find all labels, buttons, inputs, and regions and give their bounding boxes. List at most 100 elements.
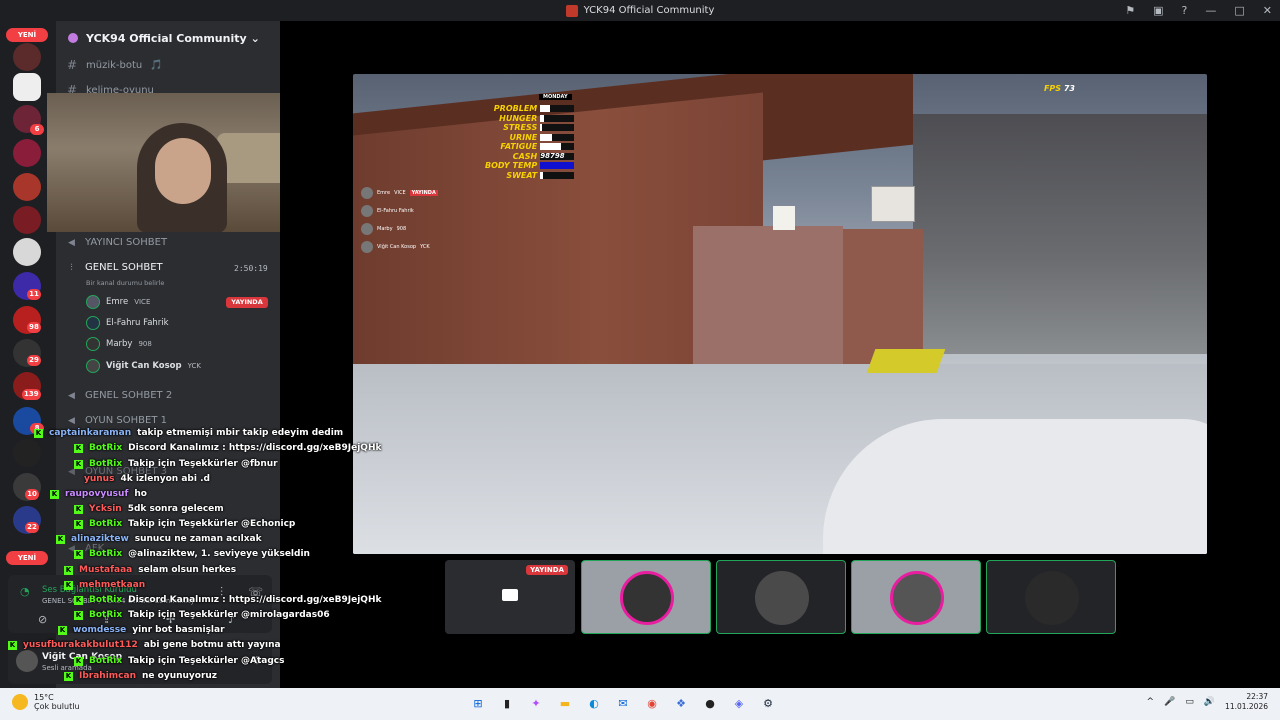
chat-message: K BotRix Discord Kanalımız : https://disco… — [74, 595, 382, 605]
hud-stat: STRESS — [485, 123, 575, 133]
hud-day: MONDAY — [539, 94, 572, 100]
chat-message: K BotRix Discord Kanalımız : https://disco… — [74, 443, 382, 453]
hud-stat: SWEAT — [485, 171, 575, 181]
folder-icon[interactable]: ▬ — [555, 694, 575, 714]
participant-tile[interactable] — [986, 560, 1116, 634]
kick-badge-icon: K — [8, 640, 17, 650]
screen-icon[interactable]: ▣ — [1153, 4, 1163, 17]
server-icon[interactable] — [13, 173, 41, 201]
channel-label: müzik-botu — [86, 59, 143, 71]
channel-oyun-sohbet-1[interactable]: ◀ OYUN SOHBET 1 — [66, 415, 167, 426]
close-button[interactable]: ✕ — [1263, 4, 1272, 17]
voice-member[interactable]: Marby 908 — [86, 337, 152, 351]
avatar — [1025, 571, 1079, 625]
game-stream-video[interactable]: PROBLEM HUNGER STRESS URINE FATIGUE CASH… — [353, 74, 1207, 554]
channel-status[interactable]: Bir kanal durumu belirle — [86, 279, 164, 287]
participant-tile[interactable] — [581, 560, 711, 634]
steam-icon[interactable]: ⚙ — [758, 694, 778, 714]
chrome-icon[interactable]: ◉ — [642, 694, 662, 714]
participant-tile-stream[interactable]: YAYINDA — [445, 560, 575, 634]
network-app-icon[interactable]: ❖ — [671, 694, 691, 714]
chevron-up-icon[interactable]: ^ — [1147, 697, 1155, 707]
chat-message: K BotRix Takip için Teşekkürler @Echonicp — [74, 519, 296, 529]
kick-badge-icon: K — [74, 443, 83, 453]
kick-badge-icon: K — [74, 504, 83, 514]
guild-header[interactable]: YCK94 Official Community ⌄ ⚇ — [56, 21, 317, 65]
avatar — [86, 316, 100, 330]
chat-message: K BotRix Takip için Teşekkürler @Atagcs — [74, 656, 285, 666]
server-icon[interactable] — [13, 73, 41, 101]
discord-icon[interactable]: ◈ — [729, 694, 749, 714]
outlook-icon[interactable]: ✉ — [613, 694, 633, 714]
channel-label: OYUN SOHBET 1 — [85, 415, 167, 426]
windows-taskbar: 15°C Çok bulutlu ⊞ ▮ ✦ ▬ ◐ ✉ ◉ ❖ ● ◈ ⚙ ^… — [0, 688, 1280, 720]
edge-icon[interactable]: ◐ — [584, 694, 604, 714]
channel-label: GENEL SOHBET 2 — [85, 390, 173, 401]
voice-member[interactable]: Viğit Can Kosop YCK — [86, 359, 201, 373]
network-icon[interactable]: ▭ — [1185, 697, 1194, 707]
kick-badge-icon: K — [74, 519, 83, 529]
chat-message: K BotRix Takip için Teşekkürler @fbnur — [74, 459, 278, 469]
channel-muzik-botu[interactable]: # müzik-botu 🎵 — [66, 58, 163, 72]
channel-yayinci-sohbet[interactable]: ◀ YAYINCI SOHBET — [66, 237, 167, 248]
member-name: Viğit Can Kosop — [106, 361, 182, 371]
participant-tile[interactable] — [716, 560, 846, 634]
avatar — [620, 571, 674, 625]
participant-tile[interactable] — [851, 560, 981, 634]
member-tag: 908 — [138, 340, 152, 348]
volume-icon[interactable]: 🔊 — [1204, 697, 1215, 707]
mention-badge: 11 — [27, 289, 41, 300]
kick-badge-icon: K — [74, 549, 83, 559]
voice-member[interactable]: Emre VICE — [86, 295, 150, 309]
chat-message: K Mustafaaa selam olsun herkes — [64, 565, 237, 575]
mention-badge: 22 — [25, 522, 39, 533]
system-tray: ^ 🎤 ▭ 🔊 22:37 11.01.2026 — [1147, 692, 1268, 712]
game-hud: PROBLEM HUNGER STRESS URINE FATIGUE CASH… — [485, 94, 575, 181]
channel-timer: 2:50:19 — [234, 264, 268, 273]
game-trees — [913, 114, 1207, 354]
game-yellow-object — [866, 349, 946, 373]
copilot-icon[interactable]: ✦ — [526, 694, 546, 714]
avatar — [890, 571, 944, 625]
inbox-icon[interactable]: ⚑ — [1125, 4, 1135, 17]
channel-label: YAYINCI SOHBET — [85, 237, 168, 248]
member-name: Emre — [106, 297, 129, 307]
avatar — [86, 359, 100, 373]
hud-stat: BODY TEMP — [485, 161, 575, 171]
weather-widget[interactable]: 15°C Çok bulutlu — [12, 693, 80, 711]
help-icon[interactable]: ? — [1182, 4, 1188, 17]
voice-member[interactable]: El-Fahru Fahrik — [86, 316, 169, 330]
chat-message: K Ibrahimcan ne oyunuyoruz — [64, 671, 218, 681]
obs-icon[interactable]: ● — [700, 694, 720, 714]
participant-tiles: YAYINDA — [445, 560, 1116, 634]
new-badge: YENİ — [6, 28, 48, 42]
mention-badge: 98 — [27, 322, 41, 333]
avatar[interactable] — [16, 650, 38, 672]
server-icon[interactable] — [13, 139, 41, 167]
channel-genel-sohbet-2[interactable]: ◀ GENEL SOHBET 2 — [66, 390, 172, 401]
monitor-icon — [502, 589, 518, 601]
maximize-button[interactable]: □ — [1234, 4, 1244, 17]
server-icon[interactable] — [13, 206, 41, 234]
camera-off-icon[interactable]: ⊘ — [38, 613, 47, 626]
clock[interactable]: 22:37 11.01.2026 — [1225, 692, 1268, 712]
windows-start-icon[interactable]: ⊞ — [468, 694, 488, 714]
task-view-icon[interactable]: ▮ — [497, 694, 517, 714]
server-icon[interactable] — [13, 43, 41, 71]
guild-name: YCK94 Official Community — [86, 31, 247, 45]
game-garage-door — [693, 226, 843, 366]
channel-genel-sohbet[interactable]: ⫶ GENEL SOHBET — [66, 262, 163, 273]
minimize-button[interactable]: — — [1205, 4, 1216, 17]
chevron-down-icon: ⌄ — [250, 31, 260, 45]
chat-message: K Ycksin 5dk sonra gelecem — [74, 504, 224, 514]
window-title: YCK94 Official Community — [583, 5, 715, 16]
mention-badge: 10 — [25, 489, 39, 500]
kick-badge-icon: K — [74, 610, 83, 620]
mention-badge: 6 — [30, 124, 44, 135]
server-icon[interactable] — [13, 238, 41, 266]
microphone-icon[interactable]: 🎤 — [1164, 697, 1175, 707]
channel-label: GENEL SOHBET — [85, 262, 163, 273]
music-icon: 🎵 — [150, 59, 163, 71]
title-bar: YCK94 Official Community ⚑ ▣ ? — □ ✕ — [0, 0, 1280, 21]
server-icon[interactable] — [13, 439, 41, 467]
